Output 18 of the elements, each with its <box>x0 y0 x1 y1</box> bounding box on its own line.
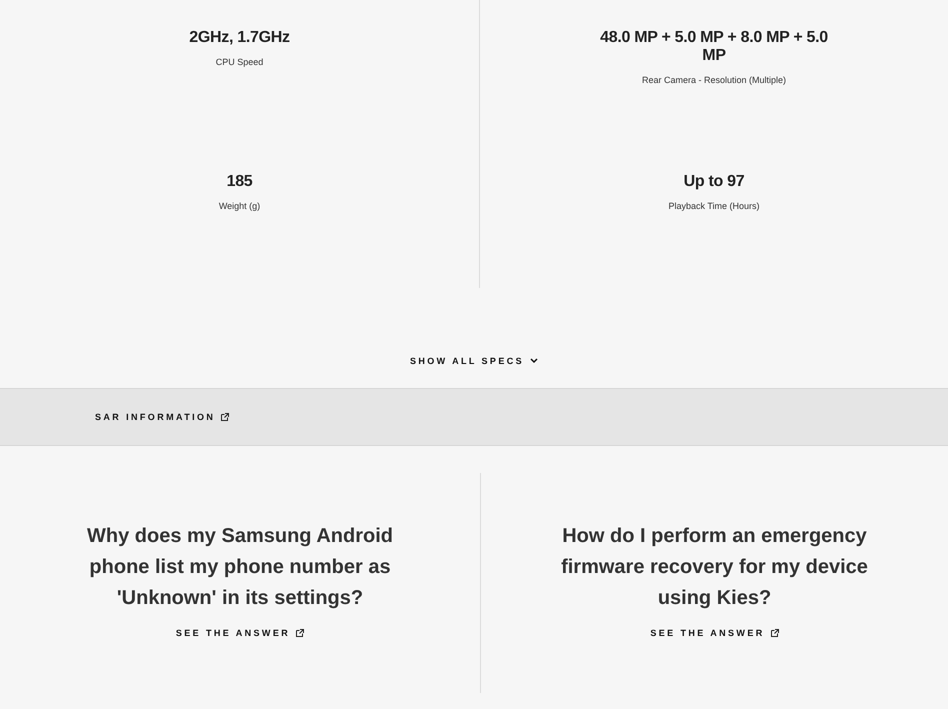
external-link-icon <box>296 629 304 637</box>
spec-value: 185 <box>226 173 254 191</box>
spec-label: Weight (g) <box>218 201 260 211</box>
spec-label: CPU Speed <box>216 57 264 67</box>
see-answer-link[interactable]: SEE THE ANSWER <box>176 628 304 638</box>
see-answer-link[interactable]: SEE THE ANSWER <box>650 628 779 638</box>
spec-label: Playback Time (Hours) <box>668 201 760 211</box>
spec-value: 2GHz, 1.7GHz <box>188 29 291 47</box>
external-link-icon <box>770 629 779 637</box>
faq-question: How do I perform an emergency firmware recovery for my device using Kies? <box>560 524 869 611</box>
sar-information-link[interactable]: SAR INFORMATION <box>95 412 230 422</box>
external-link-icon <box>221 413 230 421</box>
spec-label: Rear Camera - Resolution (Multiple) <box>642 75 786 85</box>
chevron-down-icon <box>530 358 538 364</box>
faq-question: Why does my Samsung Android phone list my phone number as 'Unknown' in its settings? <box>86 524 394 611</box>
spec-value: 48.0 MP + 5.0 MP + 8.0 MP + 5.0 MP <box>599 29 829 65</box>
show-all-specs-button[interactable]: SHOW ALL SPECS <box>410 334 538 388</box>
spec-value: Up to 97 <box>682 173 746 191</box>
